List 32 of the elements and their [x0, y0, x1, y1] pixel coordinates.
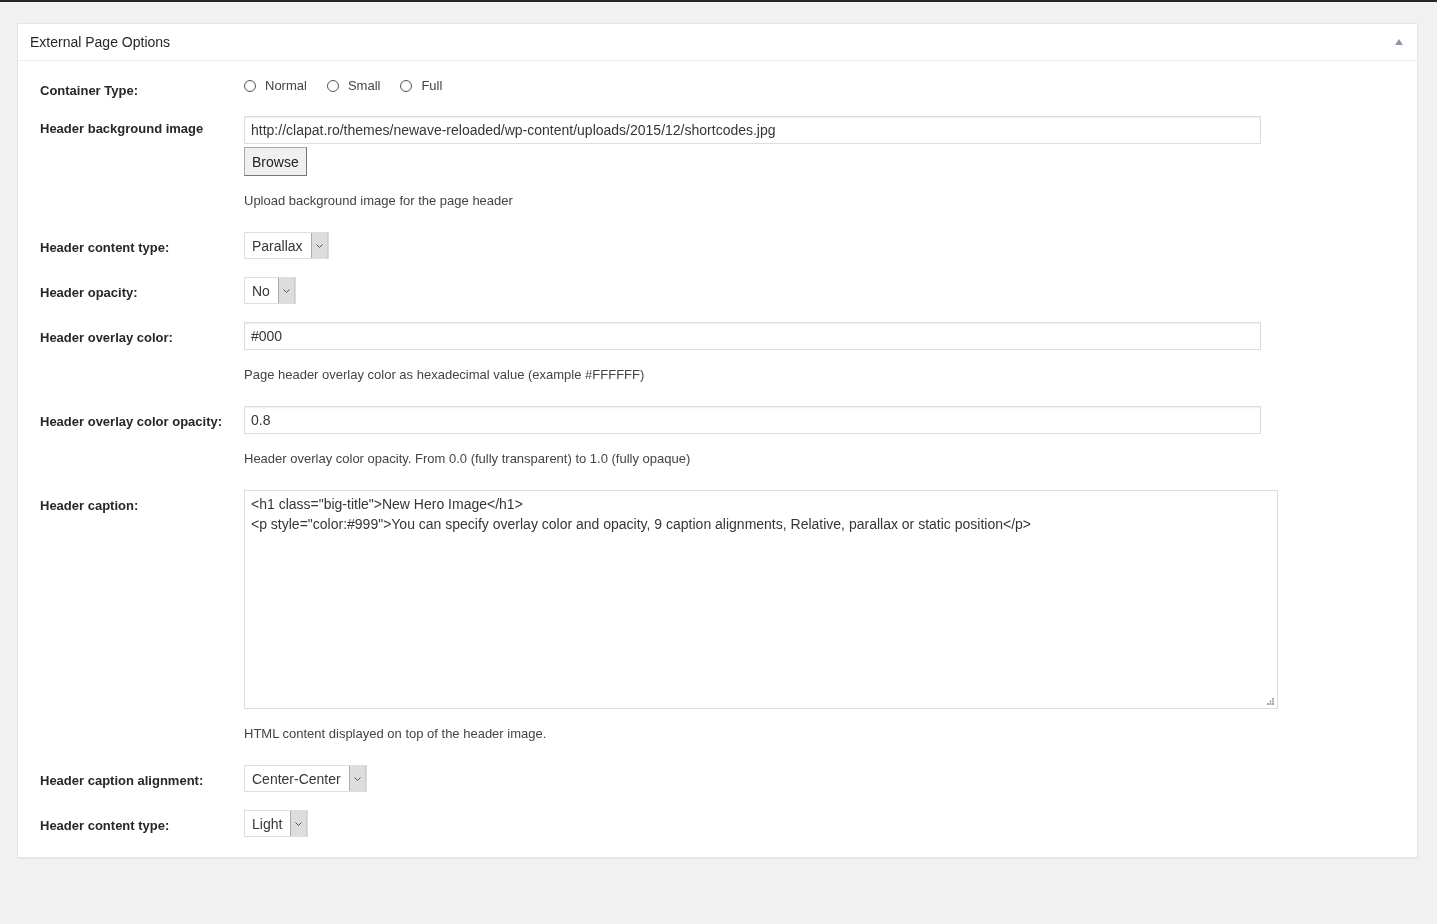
resize-grip-icon[interactable]	[1267, 698, 1274, 705]
field-label: Header overlay color:	[40, 329, 174, 345]
radio-label[interactable]: Full	[421, 78, 443, 93]
select-dropdown[interactable]: Center-Center	[244, 765, 367, 792]
field-label: Container Type:	[40, 82, 139, 98]
text-field[interactable]: #000	[244, 322, 1261, 350]
panel-title: External Page Options	[30, 34, 171, 50]
field-description: Header overlay color opacity. From 0.0 (fully transparent) to 1.0 (fully opaque)	[244, 451, 692, 466]
select-dropdown[interactable]: Light	[244, 810, 309, 837]
text-field[interactable]: http://clapat.ro/themes/newave-reloaded/wp-content/uploads/2015/12/shortcodes.jpg	[244, 116, 1261, 144]
select-dropdown[interactable]: No	[244, 277, 296, 304]
field-label: Header caption alignment:	[40, 772, 205, 788]
caption-textarea[interactable]: <h1 class="big-title">New Hero Image</h1> <p style="color:#999">You can specify overlay color and opacity, 9 caption alignments, Relative, parallax or static position</p>	[244, 490, 1278, 709]
field-label: Header overlay color opacity:	[40, 413, 224, 429]
caret-icon	[353, 776, 361, 781]
field-label: Header caption:	[40, 497, 140, 513]
radio-label[interactable]: Normal	[265, 78, 307, 93]
field-description: Page header overlay color as hexadecimal value (example #FFFFFF)	[244, 367, 646, 382]
field-label: Header content type:	[40, 239, 171, 255]
caret-icon	[295, 821, 303, 826]
select-dropdown[interactable]: Parallax	[244, 232, 329, 259]
field-label: Header background image	[40, 120, 205, 136]
text-field[interactable]: 0.8	[244, 406, 1261, 434]
caret-icon	[282, 288, 290, 293]
field-description: Upload background image for the page header	[244, 193, 514, 208]
collapse-arrow-icon[interactable]	[1395, 39, 1403, 45]
radio-label[interactable]: Small	[347, 78, 381, 93]
field-label: Header opacity:	[40, 284, 139, 300]
field-label: Header content type:	[40, 817, 171, 833]
caret-icon	[315, 243, 323, 248]
field-description: HTML content displayed on top of the header image.	[244, 726, 548, 741]
browse-button[interactable]: Browse	[244, 147, 307, 176]
